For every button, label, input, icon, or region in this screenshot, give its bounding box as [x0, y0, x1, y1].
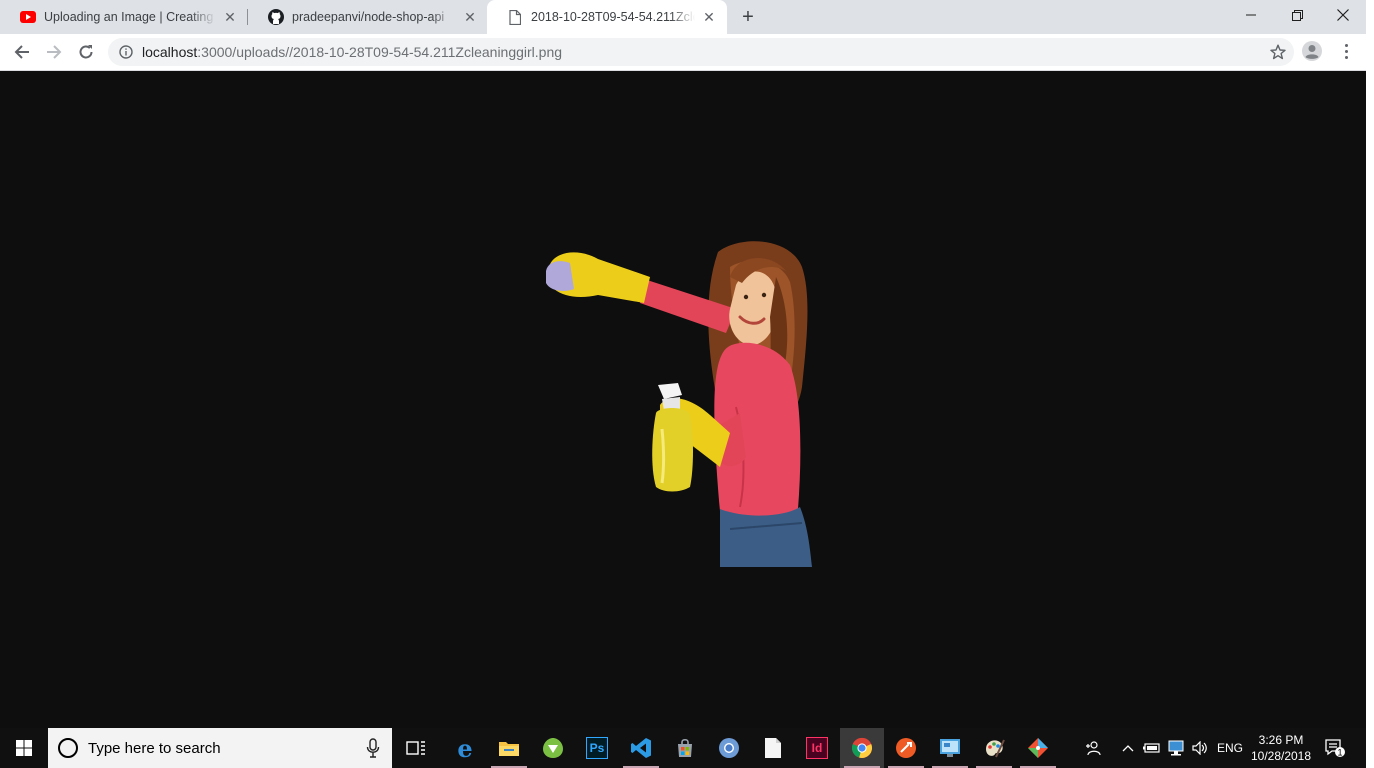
image-viewer — [0, 71, 1366, 728]
minimize-button[interactable] — [1228, 0, 1274, 30]
cortana-icon — [58, 738, 78, 758]
tab-uploaded-image[interactable]: 2018-10-28T09-54-54.211Zcleaningirl.png … — [487, 0, 727, 34]
uploaded-image-cleaning-girl — [540, 237, 830, 567]
url-host: localhost — [142, 44, 198, 60]
tab-youtube[interactable]: Uploading an Image | Creating a ✕ — [0, 0, 248, 34]
volume-icon[interactable] — [1190, 728, 1210, 768]
file-explorer-icon[interactable] — [487, 728, 531, 768]
taskbar-search-box[interactable]: Type here to search — [48, 728, 392, 768]
tab-title: Uploading an Image | Creating a — [44, 10, 216, 24]
windows-taskbar: Type here to search e Ps Id ENG 3:26 PM … — [0, 728, 1366, 768]
photoshop-icon[interactable]: Ps — [575, 728, 619, 768]
tab-strip: Uploading an Image | Creating a ✕ pradee… — [0, 0, 1366, 34]
microphone-icon[interactable] — [366, 738, 380, 758]
store-icon[interactable] — [663, 728, 707, 768]
notification-count: 1 — [1337, 748, 1342, 758]
file-icon — [507, 9, 523, 25]
system-clock[interactable]: 3:26 PM 10/28/2018 — [1246, 732, 1316, 764]
search-placeholder: Type here to search — [88, 739, 221, 757]
chromium-icon[interactable] — [707, 728, 751, 768]
action-center-icon[interactable]: 1 — [1320, 728, 1350, 768]
vscode-icon[interactable] — [619, 728, 663, 768]
input-language[interactable]: ENG — [1214, 728, 1246, 768]
url-path: :3000/uploads//2018-10-28T09-54-54.211Zc… — [197, 44, 563, 60]
tab-github[interactable]: pradeepanvi/node-shop-api ✕ — [248, 0, 488, 34]
clock-time: 3:26 PM — [1258, 733, 1304, 747]
git-icon[interactable] — [1016, 728, 1060, 768]
chrome-icon[interactable] — [840, 728, 884, 768]
youtube-icon — [20, 9, 36, 25]
start-button[interactable] — [0, 728, 48, 768]
address-bar[interactable]: localhost:3000/uploads//2018-10-28T09-54… — [108, 38, 1294, 66]
clock-date: 10/28/2018 — [1250, 749, 1312, 763]
people-icon[interactable] — [1080, 728, 1106, 768]
paint-icon[interactable] — [972, 728, 1016, 768]
show-hidden-icons-chevron-icon[interactable] — [1118, 728, 1138, 768]
back-button[interactable] — [8, 38, 36, 66]
notepad-icon[interactable] — [751, 728, 795, 768]
control-panel-icon[interactable] — [928, 728, 972, 768]
reload-button[interactable] — [72, 38, 100, 66]
restore-button[interactable] — [1274, 0, 1320, 30]
tab-title: 2018-10-28T09-54-54.211Zcleaningirl.png — [531, 10, 695, 24]
browser-toolbar: localhost:3000/uploads//2018-10-28T09-54… — [0, 34, 1366, 71]
bookmark-star-icon[interactable] — [1270, 44, 1286, 60]
window-edge — [1366, 0, 1374, 768]
edge-browser-icon[interactable]: e — [443, 728, 487, 768]
network-icon[interactable] — [1166, 728, 1186, 768]
close-tab-icon[interactable]: ✕ — [222, 9, 238, 25]
close-tab-icon[interactable]: ✕ — [701, 9, 717, 25]
close-tab-icon[interactable]: ✕ — [462, 9, 478, 25]
task-view-icon[interactable] — [394, 728, 438, 768]
battery-icon[interactable] — [1142, 728, 1162, 768]
indesign-icon[interactable]: Id — [795, 728, 839, 768]
postman-icon[interactable] — [884, 728, 928, 768]
windows-logo-icon — [16, 740, 32, 756]
forward-button[interactable] — [40, 38, 68, 66]
browser-menu-icon[interactable] — [1334, 39, 1358, 63]
close-window-button[interactable] — [1320, 0, 1366, 30]
profile-avatar-icon[interactable] — [1300, 39, 1324, 63]
tab-title: pradeepanvi/node-shop-api — [292, 10, 445, 24]
inkscape-icon[interactable] — [531, 728, 575, 768]
info-icon[interactable] — [118, 44, 134, 60]
new-tab-button[interactable]: + — [736, 5, 760, 29]
github-icon — [268, 9, 284, 25]
